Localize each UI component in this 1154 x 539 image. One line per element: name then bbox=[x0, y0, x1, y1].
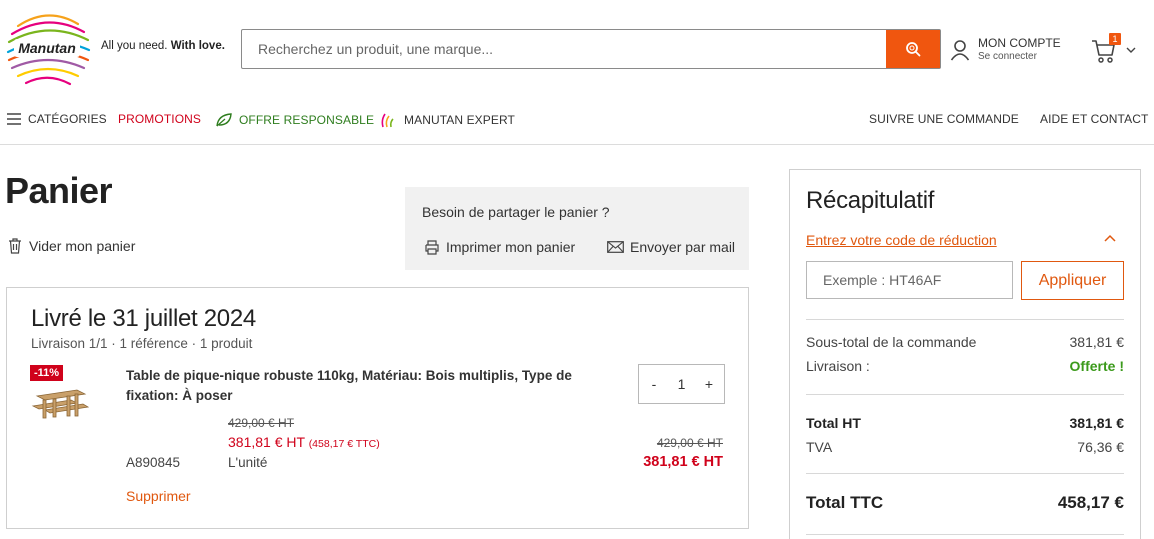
search-icon bbox=[906, 42, 921, 57]
delivery-group: Livré le 31 juillet 2024 Livraison 1/1 ·… bbox=[6, 287, 749, 529]
manutan-logo[interactable]: Manutan bbox=[4, 4, 92, 92]
main-nav: CATÉGORIES PROMOTIONS OFFRE RESPONSABLE … bbox=[0, 95, 1154, 145]
summary-divider bbox=[806, 534, 1124, 535]
nav-categories[interactable]: CATÉGORIES bbox=[6, 112, 107, 126]
nav-track-order[interactable]: SUIVRE UNE COMMANDE bbox=[869, 112, 1019, 126]
menu-icon bbox=[7, 113, 21, 125]
nav-track-label: SUIVRE UNE COMMANDE bbox=[869, 112, 1019, 126]
shipping-label: Livraison : bbox=[806, 358, 870, 374]
chevron-down-icon[interactable] bbox=[1126, 46, 1136, 54]
nav-expert[interactable]: MANUTAN EXPERT bbox=[380, 112, 515, 128]
remove-item-link[interactable]: Supprimer bbox=[126, 488, 191, 504]
nav-promotions-label: PROMOTIONS bbox=[118, 112, 202, 126]
page-title: Panier bbox=[5, 170, 113, 211]
quantity-stepper: - 1 + bbox=[638, 364, 725, 404]
share-panel: Besoin de partager le panier ? Imprimer … bbox=[405, 187, 749, 270]
apply-promo-button[interactable]: Appliquer bbox=[1021, 261, 1124, 300]
unit-price: 381,81 € HT (458,17 € TTC) bbox=[228, 434, 380, 450]
delivery-title: Livré le 31 juillet 2024 bbox=[31, 305, 256, 332]
user-icon bbox=[950, 39, 970, 60]
promo-code-toggle[interactable]: Entrez votre code de réduction bbox=[806, 232, 997, 248]
chevron-up-icon[interactable] bbox=[1104, 234, 1116, 242]
expert-icon bbox=[381, 113, 394, 128]
line-total-price: 381,81 € HT bbox=[643, 454, 723, 470]
mail-icon bbox=[607, 241, 624, 253]
total-ttc-row: Total TTC 458,17 € bbox=[806, 493, 1124, 513]
email-cart-label: Envoyer par mail bbox=[630, 239, 736, 255]
empty-cart-label: Vider mon panier bbox=[29, 238, 136, 254]
nav-help-label: AIDE ET CONTACT bbox=[1040, 112, 1149, 126]
empty-cart-button[interactable]: Vider mon panier bbox=[8, 238, 135, 254]
nav-responsible[interactable]: OFFRE RESPONSABLE bbox=[215, 112, 374, 128]
email-cart-link[interactable]: Envoyer par mail bbox=[607, 239, 735, 255]
quantity-increase-button[interactable]: + bbox=[704, 376, 714, 392]
tva-label: TVA bbox=[806, 439, 833, 455]
quantity-value[interactable]: 1 bbox=[678, 376, 686, 392]
delivery-meta: Livraison 1/1 · 1 référence · 1 produit bbox=[31, 336, 253, 351]
total-ht-value: 381,81 € bbox=[1069, 415, 1125, 431]
subtotal-value: 381,81 € bbox=[1069, 334, 1125, 350]
account-link[interactable]: MON COMPTE Se connecter bbox=[950, 37, 1061, 62]
shipping-row: Livraison : Offerte ! bbox=[806, 358, 1124, 374]
product-name-link[interactable]: Table de pique-nique robuste 110kg, Maté… bbox=[126, 366, 626, 406]
tva-value: 76,36 € bbox=[1077, 439, 1124, 455]
subtotal-row: Sous-total de la commande 381,81 € bbox=[806, 334, 1124, 350]
summary-divider bbox=[806, 394, 1124, 395]
unit-label: L'unité bbox=[228, 455, 268, 470]
nav-responsible-label: OFFRE RESPONSABLE bbox=[239, 113, 375, 127]
account-subtitle: Se connecter bbox=[978, 51, 1037, 62]
total-ttc-value: 458,17 € bbox=[1057, 493, 1124, 512]
svg-text:Manutan: Manutan bbox=[18, 40, 76, 56]
old-total-price: 429,00 € HT bbox=[656, 436, 723, 450]
total-ht-label: Total HT bbox=[806, 415, 861, 431]
search-input[interactable] bbox=[242, 30, 886, 68]
print-cart-label: Imprimer mon panier bbox=[446, 239, 576, 255]
account-title: MON COMPTE bbox=[978, 36, 1061, 50]
subtotal-label: Sous-total de la commande bbox=[806, 334, 977, 350]
order-summary: Récapitulatif Entrez votre code de réduc… bbox=[789, 169, 1141, 539]
share-title: Besoin de partager le panier ? bbox=[422, 204, 610, 220]
site-header: Manutan All you need. With love. MON COM… bbox=[0, 0, 1154, 95]
product-sku: A890845 bbox=[126, 455, 181, 470]
unit-price-ht: 381,81 € HT bbox=[228, 434, 305, 450]
brand-tagline: All you need. With love. bbox=[101, 40, 225, 52]
total-ttc-label: Total TTC bbox=[806, 493, 884, 512]
nav-expert-label: MANUTAN EXPERT bbox=[404, 113, 515, 127]
printer-icon bbox=[425, 239, 439, 255]
shipping-value: Offerte ! bbox=[1069, 358, 1124, 374]
search-bar bbox=[241, 29, 941, 69]
tagline-bold: With love. bbox=[170, 40, 225, 52]
summary-title: Récapitulatif bbox=[806, 187, 935, 214]
cart-button[interactable]: 1 bbox=[1091, 33, 1141, 65]
nav-promotions[interactable]: PROMOTIONS bbox=[118, 112, 201, 126]
product-image[interactable] bbox=[31, 386, 89, 424]
old-unit-price: 429,00 € HT bbox=[228, 416, 295, 430]
discount-badge: -11% bbox=[30, 365, 64, 381]
trash-icon bbox=[9, 238, 21, 254]
search-button[interactable] bbox=[886, 30, 940, 68]
total-ht-row: Total HT 381,81 € bbox=[806, 415, 1124, 431]
unit-price-ttc: (458,17 € TTC) bbox=[308, 438, 380, 450]
leaf-icon bbox=[216, 113, 232, 127]
cart-count-badge: 1 bbox=[1109, 33, 1121, 45]
promo-code-input[interactable] bbox=[806, 261, 1013, 299]
print-cart-link[interactable]: Imprimer mon panier bbox=[424, 239, 575, 255]
nav-categories-label: CATÉGORIES bbox=[28, 112, 107, 126]
summary-divider bbox=[806, 473, 1124, 474]
tagline-plain: All you need. bbox=[101, 40, 168, 52]
tva-row: TVA 76,36 € bbox=[806, 439, 1124, 455]
quantity-decrease-button[interactable]: - bbox=[649, 376, 659, 392]
nav-help[interactable]: AIDE ET CONTACT bbox=[1040, 112, 1148, 126]
summary-divider bbox=[806, 319, 1124, 320]
